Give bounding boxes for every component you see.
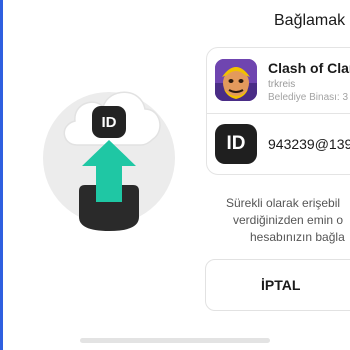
id-account-icon: ID — [215, 124, 257, 164]
cancel-button-label: İPTAL — [261, 277, 301, 293]
card-divider — [206, 113, 350, 114]
description-line-2: verdiğinizden emin o — [233, 213, 344, 227]
home-indicator — [80, 338, 270, 343]
link-account-screen: ID Bağlamak Clash of Clans trkreis Beled… — [0, 0, 350, 350]
page-title: Bağlamak — [274, 12, 346, 29]
game-town-hall-level: Belediye Binası: 3 — [268, 92, 349, 103]
left-edge-accent — [0, 0, 3, 350]
id-badge-icon: ID — [92, 106, 126, 138]
upload-arrow-icon — [82, 140, 136, 202]
description-line-3: hesabınızın bağla — [250, 230, 345, 244]
id-account-value: 943239@139 — [268, 136, 350, 152]
game-name: Clash of Clans — [268, 60, 350, 76]
game-username: trkreis — [268, 79, 296, 90]
description-line-1: Sürekli olarak erişebil — [226, 196, 341, 210]
clash-of-clans-app-icon — [215, 59, 257, 101]
